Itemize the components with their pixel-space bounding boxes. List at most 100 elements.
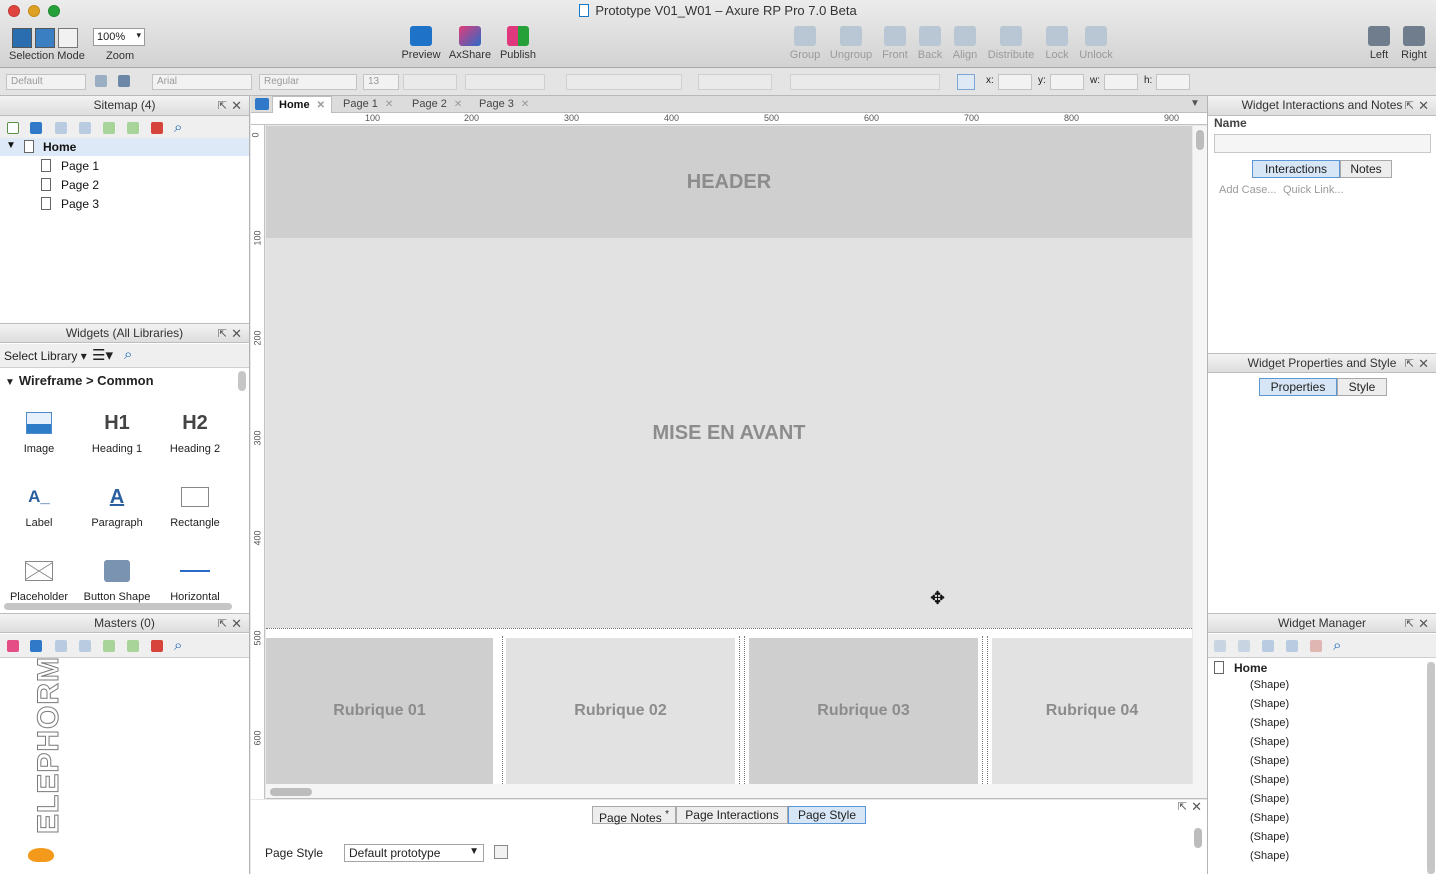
tab-notes[interactable]: Notes — [1340, 160, 1392, 178]
sitemap-item-page1[interactable]: Page 1 — [0, 157, 249, 175]
axshare-button[interactable]: AxShare — [448, 26, 492, 61]
preview-button[interactable]: Preview — [400, 26, 442, 61]
text-style-buttons[interactable] — [403, 74, 457, 90]
snap-icon[interactable] — [957, 74, 975, 90]
lock-button[interactable]: Lock — [1042, 26, 1072, 61]
left-panel-button[interactable]: Left — [1364, 26, 1394, 61]
format-painter-icon[interactable] — [118, 75, 130, 87]
rubrique-03-shape[interactable]: Rubrique 03 — [749, 638, 978, 784]
widget-manager-item[interactable]: (Shape) — [1250, 717, 1289, 729]
close-icon[interactable]: ✕ — [231, 96, 242, 115]
edit-style-icon[interactable] — [95, 75, 107, 87]
tab-home[interactable]: Home ✕ — [272, 96, 332, 113]
filter-icon[interactable] — [1214, 640, 1226, 652]
outdent-icon[interactable] — [127, 122, 139, 134]
widget-manager-item[interactable]: (Shape) — [1250, 774, 1289, 786]
edit-page-style-icon[interactable] — [494, 845, 508, 859]
add-case-link[interactable]: Add Case... — [1219, 184, 1276, 196]
pin-icon[interactable]: ⇱ — [218, 615, 227, 634]
widgets-scrollbar[interactable] — [238, 371, 246, 391]
sitemap-item-page2[interactable]: Page 2 — [0, 176, 249, 194]
tab-page-notes[interactable]: Page Notes * — [592, 806, 676, 825]
close-icon[interactable]: ✕ — [231, 324, 242, 343]
widget-manager-item[interactable]: (Shape) — [1250, 736, 1289, 748]
tab-interactions[interactable]: Interactions — [1252, 160, 1340, 178]
font-size-select[interactable]: 13 — [363, 74, 399, 90]
move-down-icon[interactable] — [79, 122, 91, 134]
add-page-icon[interactable] — [7, 122, 19, 134]
tab-style[interactable]: Style — [1337, 378, 1387, 396]
select-library-dropdown[interactable]: Select Library ▾ — [4, 349, 87, 363]
tab-properties[interactable]: Properties — [1259, 378, 1337, 396]
back-button[interactable]: Back — [914, 26, 946, 61]
pin-icon[interactable]: ⇱ — [218, 97, 227, 116]
hero-shape[interactable]: MISE EN AVANT — [266, 238, 1192, 628]
align-text-buttons[interactable] — [566, 74, 682, 90]
close-icon[interactable]: ✕ — [1418, 96, 1429, 115]
close-icon[interactable]: ✕ — [385, 99, 393, 110]
menu-icon[interactable]: ☰▾ — [92, 346, 113, 364]
search-icon[interactable]: ⌕ — [174, 637, 182, 654]
design-canvas[interactable]: HEADER MISE EN AVANT Rubrique 01 Rubriqu… — [266, 126, 1192, 784]
disclosure-triangle-icon[interactable]: ▼ — [6, 140, 16, 151]
widget-image[interactable]: Image — [0, 403, 78, 455]
close-icon[interactable]: ✕ — [521, 99, 529, 110]
move-up-icon[interactable] — [1262, 640, 1274, 652]
widget-placeholder[interactable]: Placeholder — [0, 551, 78, 603]
quick-link[interactable]: Quick Link... — [1283, 184, 1344, 196]
close-icon[interactable]: ✕ — [317, 100, 325, 111]
move-down-icon[interactable] — [79, 640, 91, 652]
fill-color-buttons[interactable] — [698, 74, 772, 90]
search-icon[interactable]: ⌕ — [174, 119, 182, 136]
publish-button[interactable]: Publish — [497, 26, 539, 61]
tab-page3[interactable]: Page 3 ✕ — [473, 96, 535, 113]
indent-icon[interactable] — [103, 122, 115, 134]
delete-master-icon[interactable] — [151, 640, 163, 652]
sitemap-item-home[interactable]: ▼ Home — [0, 138, 249, 156]
canvas-v-scrollbar[interactable] — [1196, 130, 1204, 150]
canvas-h-scrollbar[interactable] — [270, 788, 312, 796]
page-style-select[interactable]: Default prototype ▼ — [344, 844, 484, 862]
close-icon[interactable]: ✕ — [1418, 614, 1429, 633]
tab-page1[interactable]: Page 1 ✕ — [337, 96, 399, 113]
pin-icon[interactable]: ⇱ — [1405, 355, 1414, 374]
move-up-icon[interactable] — [55, 640, 67, 652]
widget-manager-item[interactable]: (Shape) — [1250, 755, 1289, 767]
bottom-scrollbar[interactable] — [1194, 828, 1202, 848]
font-weight-select[interactable]: Regular — [259, 74, 357, 90]
duplicate-icon[interactable] — [1238, 640, 1250, 652]
widget-manager-item[interactable]: (Shape) — [1250, 850, 1289, 862]
select-intersect-icon[interactable] — [12, 28, 32, 48]
w-field[interactable] — [1104, 74, 1138, 90]
widget-rectangle[interactable]: Rectangle — [156, 477, 234, 529]
move-down-icon[interactable] — [1286, 640, 1298, 652]
pin-icon[interactable]: ⇱ — [218, 325, 227, 344]
tab-page-interactions[interactable]: Page Interactions — [676, 806, 788, 824]
list-buttons[interactable] — [465, 74, 545, 90]
indent-icon[interactable] — [103, 640, 115, 652]
widgets-h-scrollbar[interactable] — [4, 603, 232, 610]
pin-icon[interactable]: ⇱ — [1405, 615, 1414, 634]
widget-manager-scrollbar[interactable] — [1427, 662, 1435, 874]
delete-page-icon[interactable] — [151, 122, 163, 134]
tab-page2[interactable]: Page 2 ✕ — [406, 96, 468, 113]
close-icon[interactable]: ✕ — [1418, 354, 1429, 373]
widget-heading1[interactable]: H1 Heading 1 — [78, 403, 156, 456]
add-folder-icon[interactable] — [30, 122, 42, 134]
close-icon[interactable]: ✕ — [231, 614, 242, 633]
widget-paragraph[interactable]: A Paragraph — [78, 477, 156, 530]
delete-icon[interactable] — [1310, 640, 1322, 652]
widget-manager-item[interactable]: (Shape) — [1250, 698, 1289, 710]
ungroup-button[interactable]: Ungroup — [828, 26, 874, 61]
close-icon[interactable]: ✕ — [454, 99, 462, 110]
right-panel-button[interactable]: Right — [1398, 26, 1430, 61]
rubrique-01-shape[interactable]: Rubrique 01 — [266, 638, 493, 784]
border-buttons[interactable] — [790, 74, 940, 90]
page-properties-icon[interactable] — [255, 98, 269, 110]
x-field[interactable] — [998, 74, 1032, 90]
add-master-icon[interactable] — [7, 640, 19, 652]
tab-overflow-icon[interactable]: ▼ — [1190, 98, 1200, 109]
widget-manager-item[interactable]: (Shape) — [1250, 679, 1289, 691]
search-icon[interactable]: ⌕ — [124, 346, 132, 363]
widget-heading2[interactable]: H2 Heading 2 — [156, 403, 234, 456]
